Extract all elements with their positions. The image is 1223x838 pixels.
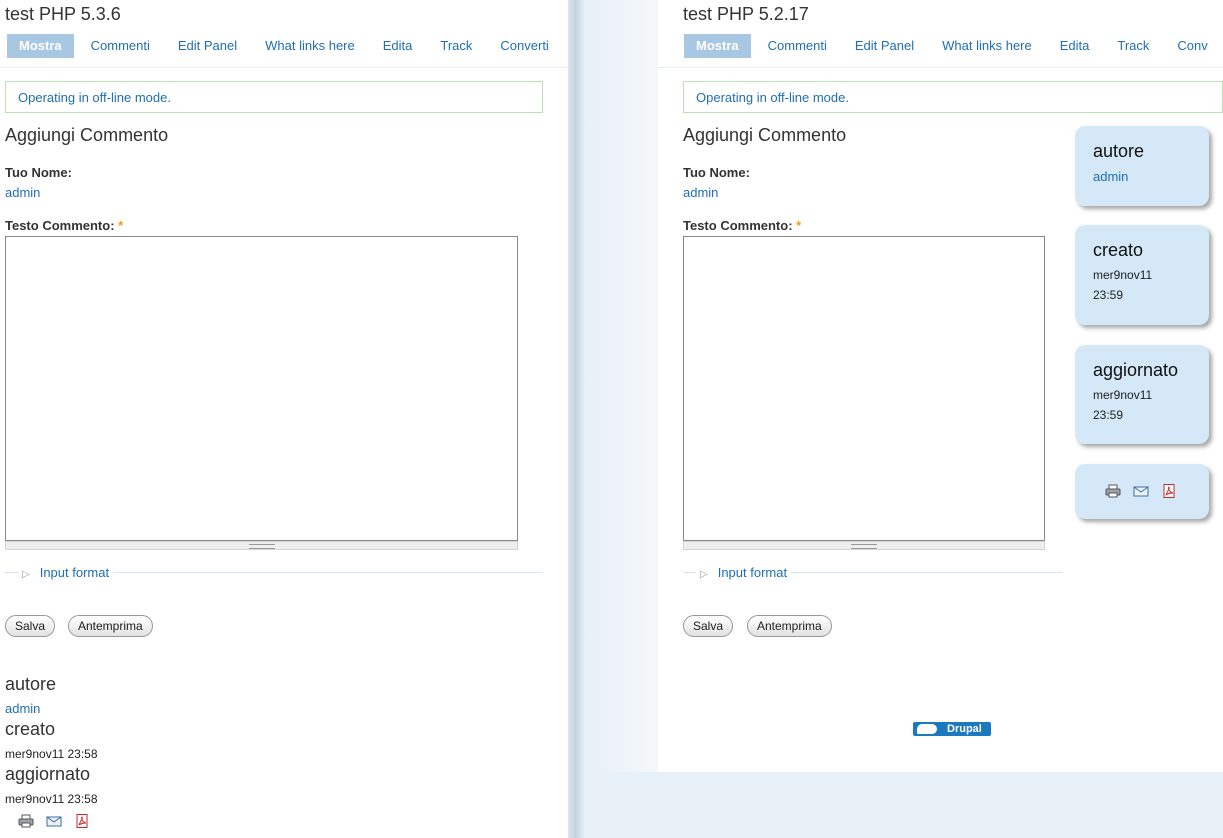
tab-what-links-here[interactable]: What links here — [928, 34, 1046, 58]
site-title: test PHP 5.2.17 — [683, 4, 809, 24]
page-heading: Aggiungi Commento — [5, 125, 169, 145]
created-card-date: mer9nov11 — [1093, 268, 1153, 282]
author-title: autore — [5, 674, 57, 694]
expand-triangle-icon: ▷ — [700, 569, 708, 580]
tab-what-links-here[interactable]: What links here — [251, 34, 369, 58]
expand-triangle-icon: ▷ — [22, 569, 30, 580]
tab-edita[interactable]: Edita — [369, 34, 427, 58]
save-button[interactable]: Salva — [5, 615, 56, 637]
status-message: Operating in off-line mode. — [683, 81, 1223, 113]
preview-button[interactable]: Antemprima — [68, 615, 153, 637]
tab-mostra[interactable]: Mostra — [684, 34, 751, 58]
tab-divider — [658, 67, 1223, 68]
input-format-label: Input format — [39, 565, 110, 580]
tab-edit-panel[interactable]: Edit Panel — [841, 34, 928, 58]
updated-value: mer9nov11 23:58 — [5, 792, 98, 806]
comment-textarea[interactable] — [683, 236, 1045, 541]
created-card-title: creato — [1093, 240, 1144, 260]
author-card-title: autore — [1093, 141, 1145, 161]
required-marker: * — [118, 218, 124, 233]
name-label: Tuo Nome: — [683, 165, 750, 180]
site-title: test PHP 5.3.6 — [5, 4, 121, 24]
created-card: creato mer9nov11 23:59 — [1075, 225, 1209, 325]
save-button[interactable]: Salva — [683, 615, 734, 637]
tab-track[interactable]: Track — [1103, 34, 1163, 58]
window-gutter — [568, 0, 584, 838]
printer-icon[interactable] — [1105, 484, 1121, 498]
resize-grip[interactable] — [683, 541, 1045, 550]
window-gutter-right — [584, 0, 658, 838]
required-marker: * — [796, 218, 802, 233]
comment-label: Testo Commento: * — [5, 218, 123, 233]
tab-converti[interactable]: Converti — [486, 34, 562, 58]
author-name-link[interactable]: admin — [5, 185, 40, 200]
powered-by-drupal-badge[interactable]: Drupal — [913, 722, 991, 736]
badge-label: Drupal — [947, 723, 982, 735]
tab-edit-panel[interactable]: Edit Panel — [164, 34, 251, 58]
created-value: mer9nov11 23:58 — [5, 747, 98, 761]
name-label: Tuo Nome: — [5, 165, 72, 180]
tab-commenti[interactable]: Commenti — [77, 34, 164, 58]
input-format-toggle[interactable]: ▷ Input format — [696, 565, 792, 580]
document-actions-card — [1075, 464, 1209, 519]
author-card-link[interactable]: admin — [1093, 169, 1128, 184]
status-message: Operating in off-line mode. — [5, 81, 543, 113]
comment-label-text: Testo Commento: — [683, 218, 793, 233]
tab-converti[interactable]: Conv — [1163, 34, 1221, 58]
created-card-time: 23:59 — [1093, 288, 1124, 302]
updated-card-date: mer9nov11 — [1093, 388, 1153, 402]
author-link[interactable]: admin — [5, 701, 40, 716]
tab-track[interactable]: Track — [426, 34, 486, 58]
tab-bar: Mostra Commenti Edit Panel What links he… — [7, 34, 563, 58]
comment-label: Testo Commento: * — [683, 218, 801, 233]
author-name-link[interactable]: admin — [683, 185, 718, 200]
left-window: test PHP 5.3.6 Mostra Commenti Edit Pane… — [0, 0, 568, 838]
input-format-toggle[interactable]: ▷ Input format — [18, 565, 114, 580]
tab-edita[interactable]: Edita — [1046, 34, 1104, 58]
updated-card-title: aggiornato — [1093, 360, 1179, 380]
tab-divider — [0, 67, 568, 68]
input-format-label: Input format — [717, 565, 788, 580]
resize-grip[interactable] — [5, 541, 518, 550]
email-icon[interactable] — [1133, 484, 1149, 498]
printer-icon[interactable] — [18, 814, 34, 828]
pdf-icon[interactable] — [1161, 484, 1177, 498]
comment-label-text: Testo Commento: — [5, 218, 115, 233]
updated-card: aggiornato mer9nov11 23:59 — [1075, 345, 1209, 444]
tab-commenti[interactable]: Commenti — [754, 34, 841, 58]
page-heading: Aggiungi Commento — [683, 125, 847, 145]
updated-title: aggiornato — [5, 764, 91, 784]
tab-mostra[interactable]: Mostra — [7, 34, 74, 58]
author-card: autore admin — [1075, 126, 1209, 206]
page-bottom-band — [584, 772, 1223, 838]
comment-textarea[interactable] — [5, 236, 518, 541]
updated-card-time: 23:59 — [1093, 408, 1124, 422]
email-icon[interactable] — [46, 814, 62, 828]
created-title: creato — [5, 719, 56, 739]
document-actions — [1105, 484, 1177, 498]
document-actions — [18, 814, 90, 828]
preview-button[interactable]: Antemprima — [747, 615, 832, 637]
pdf-icon[interactable] — [74, 814, 90, 828]
drupal-logo-icon — [917, 724, 937, 734]
tab-bar: Mostra Commenti Edit Panel What links he… — [684, 34, 1222, 58]
